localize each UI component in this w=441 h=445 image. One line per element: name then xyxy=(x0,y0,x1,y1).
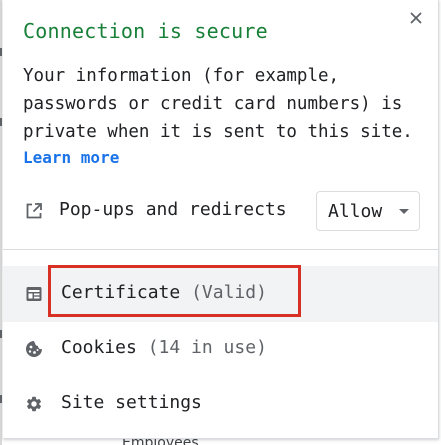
background-mark xyxy=(0,395,2,403)
permission-row-popups: Pop-ups and redirects Allow xyxy=(3,190,438,232)
permission-label: Pop-ups and redirects xyxy=(59,199,287,220)
cookies-title: Cookies xyxy=(61,337,137,358)
description-line: passwords or credit card numbers) is xyxy=(23,94,403,114)
certificate-label: Certificate (Valid) xyxy=(61,282,267,303)
certificate-icon xyxy=(26,287,42,301)
cookies-count: (14 in use) xyxy=(147,337,267,358)
close-button[interactable] xyxy=(406,8,426,28)
cookies-label: Cookies (14 in use) xyxy=(61,337,267,358)
connection-description: Your information (for example, passwords… xyxy=(23,62,423,169)
certificate-status: (Valid) xyxy=(191,282,267,303)
select-value: Allow xyxy=(328,201,383,222)
popups-permission-select[interactable]: Allow xyxy=(316,191,420,231)
certificate-title: Certificate xyxy=(61,282,181,303)
close-icon xyxy=(410,12,422,24)
menu-item-cookies[interactable]: Cookies (14 in use) xyxy=(3,321,438,377)
background-mark xyxy=(0,330,2,338)
gear-icon xyxy=(26,396,42,412)
menu-item-site-settings[interactable]: Site settings xyxy=(3,376,438,432)
open-in-new-icon xyxy=(26,203,42,219)
background-mark xyxy=(0,48,2,56)
learn-more-link[interactable]: Learn more xyxy=(23,147,119,169)
cookie-icon xyxy=(26,341,42,357)
description-line: private when it is sent to this site. xyxy=(23,122,413,142)
connection-status-title: Connection is secure xyxy=(23,19,268,43)
section-divider xyxy=(3,249,438,250)
background-mark xyxy=(0,118,2,126)
menu-item-certificate[interactable]: Certificate (Valid) xyxy=(3,266,438,322)
site-info-popup: Connection is secure Your information (f… xyxy=(3,0,439,439)
description-line: Your information (for example, xyxy=(23,66,340,86)
chevron-down-icon xyxy=(399,209,409,214)
background-edge xyxy=(0,0,2,445)
site-settings-label: Site settings xyxy=(61,392,202,413)
